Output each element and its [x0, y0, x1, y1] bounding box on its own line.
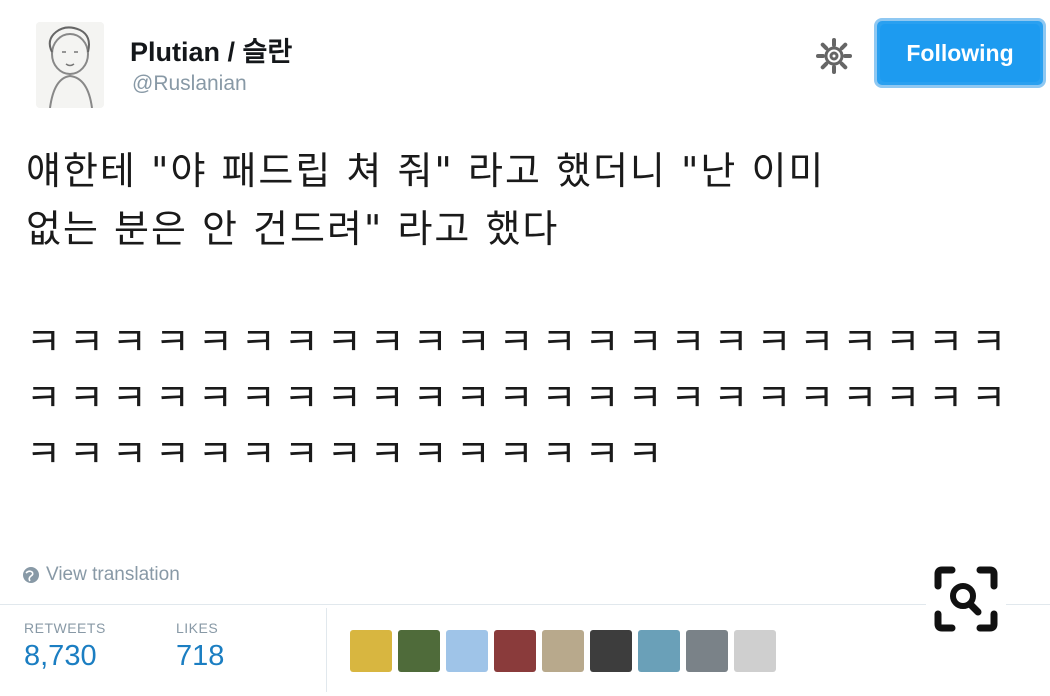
divider — [0, 604, 1050, 605]
retweets-label: RETWEETS — [24, 620, 106, 636]
display-name[interactable]: Plutian / 슬란 — [130, 30, 292, 69]
liker-avatar-4[interactable] — [494, 630, 536, 672]
retweets-count: 8,730 — [24, 640, 97, 672]
screen-name[interactable]: @Ruslanian — [132, 72, 247, 96]
globe-icon — [23, 567, 39, 583]
liker-avatar-9[interactable] — [734, 630, 776, 672]
liker-avatar-5[interactable] — [542, 630, 584, 672]
likes-count: 718 — [176, 640, 225, 672]
gear-icon[interactable] — [814, 36, 854, 76]
following-button[interactable]: Following — [874, 18, 1046, 88]
tweet-laugh-text: ㅋㅋㅋㅋㅋㅋㅋㅋㅋㅋㅋㅋㅋㅋㅋㅋㅋㅋㅋㅋㅋㅋㅋㅋㅋㅋㅋㅋㅋㅋㅋㅋㅋㅋㅋㅋㅋㅋㅋㅋ… — [26, 320, 1015, 476]
liker-avatar-7[interactable] — [638, 630, 680, 672]
tweet-text-line-1: 얘한테 "야 패드립 쳐 줘" 라고 했더니 "난 이미 — [26, 149, 826, 193]
liker-avatar-8[interactable] — [686, 630, 728, 672]
likes-stat[interactable]: LIKES 718 — [176, 620, 224, 673]
retweets-stat[interactable]: RETWEETS 8,730 — [24, 620, 106, 673]
avatar-sketch-image — [36, 22, 104, 108]
tweet-text: 얘한테 "야 패드립 쳐 줘" 라고 했더니 "난 이미 없는 분은 안 건드려… — [26, 142, 1026, 258]
view-translation-label: View translation — [46, 564, 180, 585]
stat-separator — [326, 608, 327, 692]
liker-avatars — [350, 630, 776, 672]
liker-avatar-2[interactable] — [398, 630, 440, 672]
zoom-search-icon[interactable] — [926, 560, 1006, 640]
following-button-label: Following — [880, 24, 1040, 82]
liker-avatar-3[interactable] — [446, 630, 488, 672]
liker-avatar-6[interactable] — [590, 630, 632, 672]
liker-avatar-1[interactable] — [350, 630, 392, 672]
tweet-text-line-2: 없는 분은 안 건드려" 라고 했다 — [26, 207, 560, 251]
likes-label: LIKES — [176, 620, 219, 636]
avatar[interactable] — [36, 22, 104, 108]
view-translation-link[interactable]: View translation — [22, 564, 180, 586]
